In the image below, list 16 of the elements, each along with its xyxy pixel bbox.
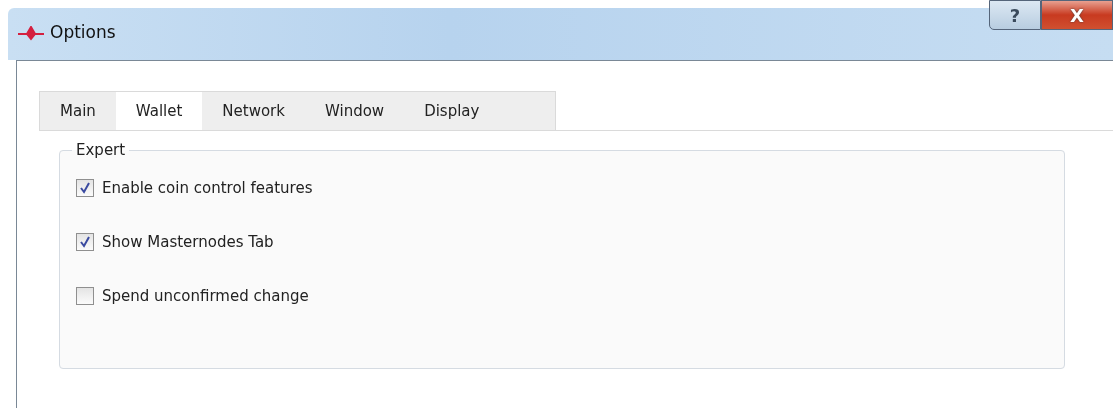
checkbox[interactable] (76, 233, 94, 251)
group-title: Expert (75, 141, 127, 159)
help-button[interactable]: ? (989, 0, 1041, 30)
tab[interactable]: Main (40, 92, 116, 130)
window-title: Options (50, 22, 116, 42)
checkbox[interactable] (76, 287, 94, 305)
checkbox-label: Show Masternodes Tab (102, 233, 274, 251)
app-icon (18, 26, 44, 42)
close-button[interactable]: X (1041, 0, 1113, 30)
tab[interactable]: Display (404, 92, 500, 130)
checkbox-label: Spend unconfirmed change (102, 287, 309, 305)
tab[interactable]: Window (304, 92, 405, 130)
checkbox[interactable] (76, 179, 94, 197)
tab[interactable]: Network (202, 92, 305, 130)
tab[interactable]: Wallet (115, 92, 203, 130)
checkbox-label: Enable coin control features (102, 179, 313, 197)
